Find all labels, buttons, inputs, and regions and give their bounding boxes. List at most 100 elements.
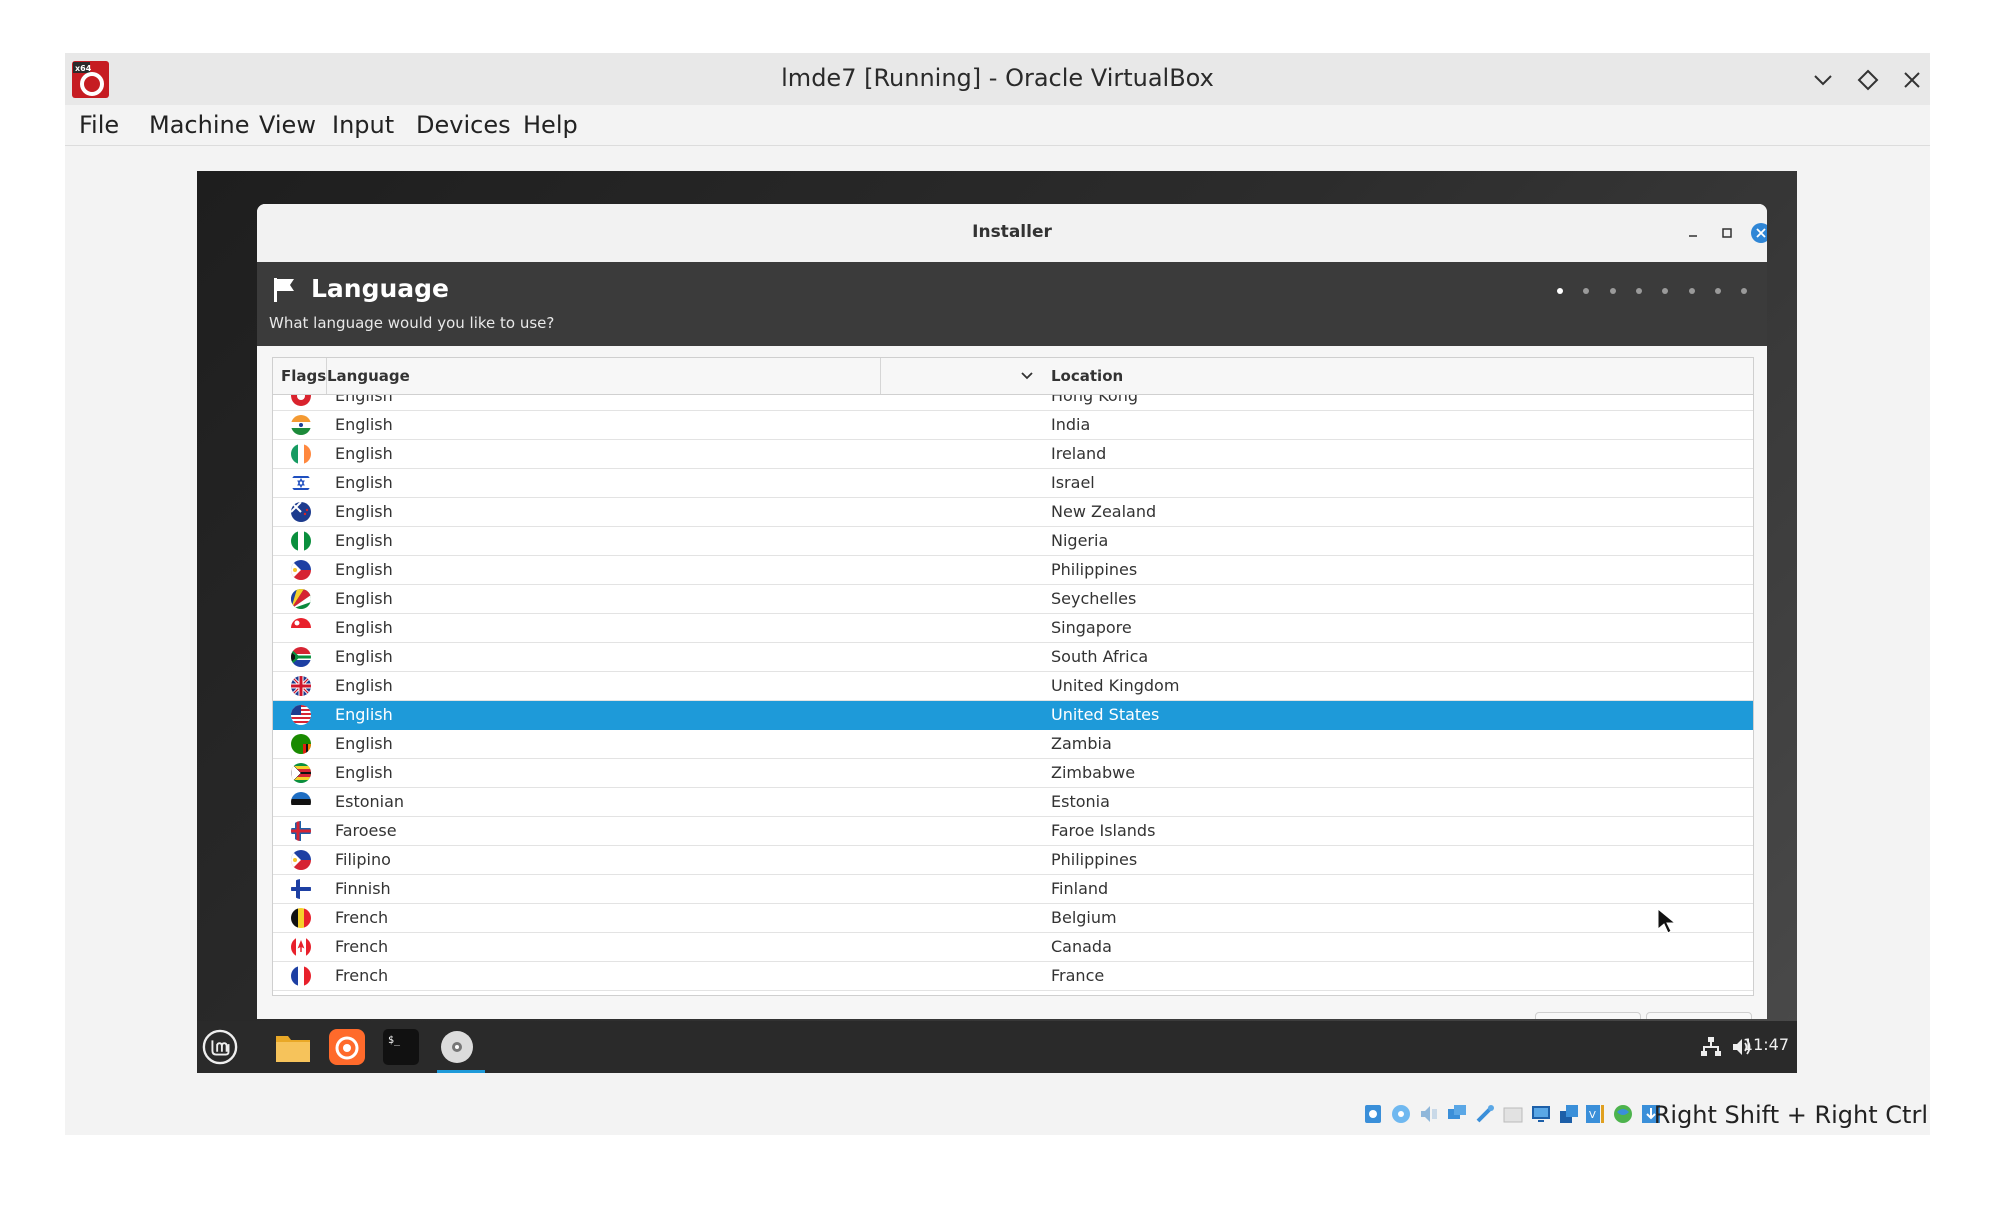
installer-disc-icon xyxy=(441,1031,473,1063)
usb-icon[interactable] xyxy=(1474,1103,1496,1125)
menu-input[interactable]: Input xyxy=(324,105,402,145)
vbox-titlebar[interactable]: x64 lmde7 [Running] - Oracle VirtualBox xyxy=(65,53,1930,105)
israel-flag-icon xyxy=(291,473,311,493)
estonia-flag-icon xyxy=(291,792,311,812)
hong-kong-flag-icon xyxy=(291,395,311,406)
sort-chevron-down-icon[interactable] xyxy=(1020,371,1034,381)
installer-launcher[interactable] xyxy=(439,1029,475,1065)
ireland-flag-icon xyxy=(291,444,311,464)
language-cell: English xyxy=(335,734,393,753)
guest-taskbar: $_ 11:47 xyxy=(197,1021,1797,1073)
hard-disk-icon[interactable] xyxy=(1362,1103,1384,1125)
table-row[interactable]: English Ireland xyxy=(273,440,1753,469)
network-adapter-icon[interactable] xyxy=(1446,1103,1468,1125)
virtualization-icon[interactable]: V xyxy=(1584,1103,1606,1125)
installer-minimize-button[interactable] xyxy=(1682,222,1704,244)
guest-additions-icon[interactable] xyxy=(1612,1103,1634,1125)
step-dot xyxy=(1741,288,1748,294)
menu-help[interactable]: Help xyxy=(515,105,586,145)
language-cell: English xyxy=(335,763,393,782)
language-table[interactable]: Flags Language Location English Hong Kong… xyxy=(272,357,1754,996)
window-title: lmde7 [Running] - Oracle VirtualBox xyxy=(781,64,1214,92)
clock[interactable]: 11:47 xyxy=(1743,1035,1789,1054)
optical-drive-icon[interactable] xyxy=(1390,1103,1412,1125)
firefox-launcher[interactable] xyxy=(329,1029,365,1065)
south-africa-flag-icon xyxy=(291,647,311,667)
back-button[interactable] xyxy=(1535,1012,1641,1019)
menu-machine[interactable]: Machine xyxy=(141,105,257,145)
active-indicator xyxy=(437,1070,485,1073)
terminal-launcher[interactable]: $_ xyxy=(383,1029,419,1065)
table-row[interactable]: Estonian Estonia xyxy=(273,788,1753,817)
table-row[interactable]: English Israel xyxy=(273,469,1753,498)
location-cell: India xyxy=(1051,415,1091,434)
minimize-icon xyxy=(1689,235,1697,237)
table-row[interactable]: French Canada xyxy=(273,933,1753,962)
mint-menu-button[interactable] xyxy=(202,1029,238,1065)
location-cell: South Africa xyxy=(1051,647,1149,666)
table-row[interactable]: Finnish Finland xyxy=(273,875,1753,904)
singapore-flag-icon xyxy=(291,618,311,638)
table-row[interactable]: English United States xyxy=(273,701,1753,730)
table-row[interactable]: English Zimbabwe xyxy=(273,759,1753,788)
step-dot xyxy=(1714,288,1721,294)
belgium-flag-icon xyxy=(291,908,311,928)
new-zealand-flag-icon xyxy=(291,502,311,522)
maximize-button[interactable] xyxy=(1851,63,1885,97)
table-row[interactable]: French France xyxy=(273,962,1753,991)
table-row[interactable]: English Singapore xyxy=(273,614,1753,643)
page-title: Language xyxy=(311,274,450,303)
location-cell: Singapore xyxy=(1051,618,1132,637)
next-button[interactable] xyxy=(1646,1012,1752,1019)
video-capture-icon[interactable] xyxy=(1558,1103,1580,1125)
minimize-button[interactable] xyxy=(1806,63,1840,97)
close-icon xyxy=(1751,223,1767,243)
display-icon[interactable] xyxy=(1530,1103,1552,1125)
table-row[interactable]: English New Zealand xyxy=(273,498,1753,527)
zambia-flag-icon xyxy=(291,734,311,754)
step-dot xyxy=(1635,288,1642,294)
column-language[interactable]: Language xyxy=(319,358,881,394)
installer-maximize-button[interactable] xyxy=(1716,222,1738,244)
step-dot xyxy=(1688,288,1695,294)
menu-file[interactable]: File xyxy=(71,105,127,145)
table-body[interactable]: English Hong Kong English India English Irela… xyxy=(273,395,1753,995)
files-launcher[interactable] xyxy=(275,1029,311,1065)
table-row[interactable]: Faroese Faroe Islands xyxy=(273,817,1753,846)
guest-display[interactable]: Installer Language What language would y… xyxy=(197,171,1797,1073)
location-cell: United States xyxy=(1051,705,1160,724)
location-cell: Finland xyxy=(1051,879,1109,898)
table-row[interactable]: English Zambia xyxy=(273,730,1753,759)
installer-titlebar[interactable]: Installer xyxy=(257,204,1767,262)
philippines-flag-icon xyxy=(291,560,311,580)
table-row[interactable]: English Hong Kong xyxy=(273,395,1753,411)
language-cell: English xyxy=(335,705,393,724)
location-cell: France xyxy=(1051,966,1105,985)
shared-folders-icon[interactable] xyxy=(1502,1103,1524,1125)
installer-window: Installer Language What language would y… xyxy=(257,204,1767,1019)
table-header: Flags Language Location xyxy=(273,358,1753,395)
table-row[interactable]: Filipino Philippines xyxy=(273,846,1753,875)
table-row[interactable]: English Nigeria xyxy=(273,527,1753,556)
table-row[interactable]: FrenchMonaco xyxy=(273,991,1753,995)
table-row[interactable]: English United Kingdom xyxy=(273,672,1753,701)
nigeria-flag-icon xyxy=(291,531,311,551)
table-row[interactable]: French Belgium xyxy=(273,904,1753,933)
language-cell: English xyxy=(335,676,393,695)
table-row[interactable]: English South Africa xyxy=(273,643,1753,672)
installer-close-button[interactable] xyxy=(1750,222,1767,244)
language-cell: English xyxy=(335,531,393,550)
column-location[interactable]: Location xyxy=(1043,358,1751,394)
table-row[interactable]: English India xyxy=(273,411,1753,440)
language-cell: Faroese xyxy=(335,821,397,840)
table-row[interactable]: English Philippines xyxy=(273,556,1753,585)
canada-flag-icon xyxy=(291,937,311,957)
network-tray[interactable] xyxy=(1699,1029,1723,1065)
menu-view[interactable]: View xyxy=(251,105,324,145)
menu-devices[interactable]: Devices xyxy=(408,105,519,145)
table-row[interactable]: English Seychelles xyxy=(273,585,1753,614)
close-button[interactable] xyxy=(1895,63,1929,97)
language-cell: Filipino xyxy=(335,850,391,869)
audio-icon[interactable] xyxy=(1418,1103,1440,1125)
seychelles-flag-icon xyxy=(291,589,311,609)
